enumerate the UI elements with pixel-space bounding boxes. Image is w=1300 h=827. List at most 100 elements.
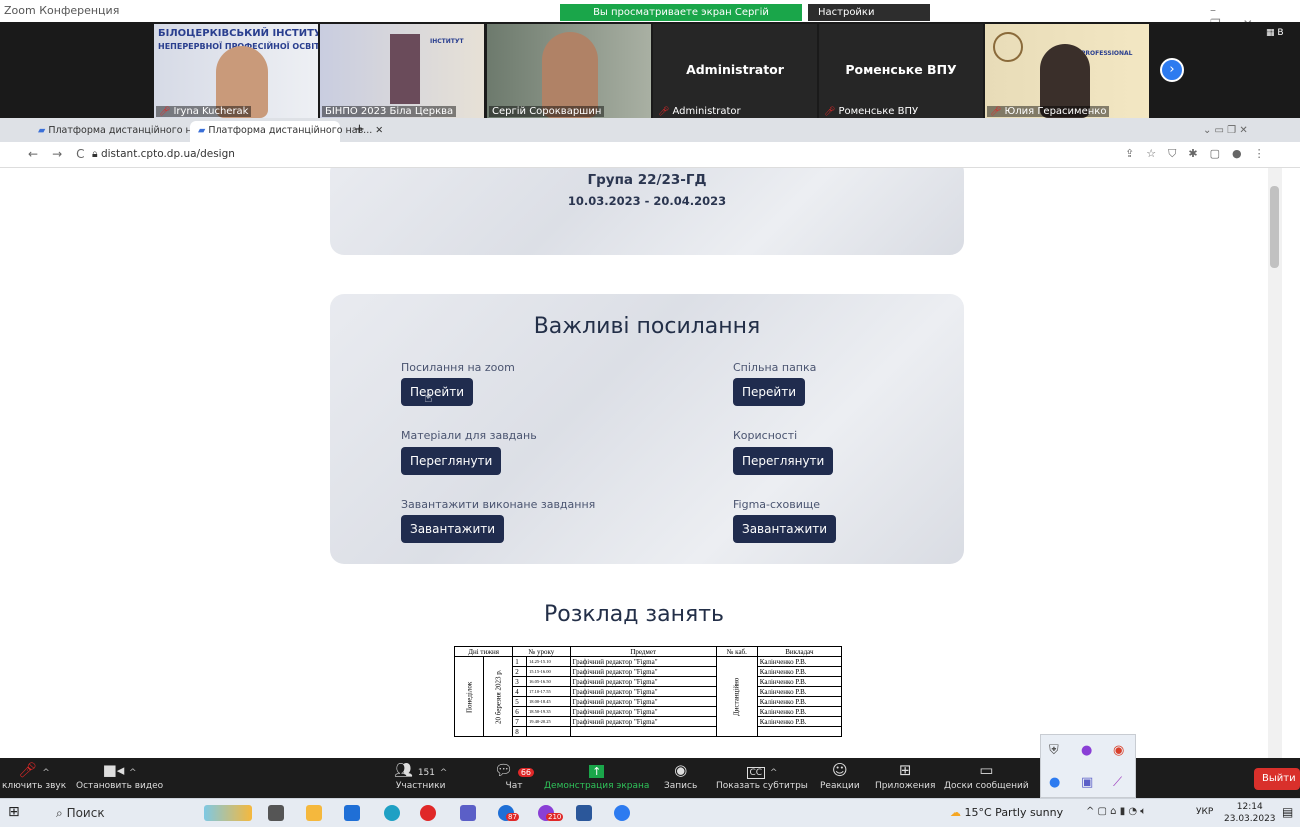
hand-cursor-icon: ☝︎ — [424, 390, 433, 406]
taskbar-search[interactable]: ⌕ Поиск — [36, 802, 166, 824]
gallery-view-label: В — [1277, 28, 1284, 38]
room-cell: Дистанційно — [716, 656, 758, 737]
figma-storage-button[interactable]: Завантажити — [733, 515, 837, 543]
record-button[interactable]: ◉ Запись — [664, 761, 697, 791]
video-tile-administrator[interactable]: Administrator 🎤︎ Administrator — [653, 24, 817, 118]
materials-label: Матеріали для завдань — [401, 429, 537, 442]
video-tile-romenske[interactable]: Роменське ВПУ 🎤︎ Роменське ВПУ — [819, 24, 983, 118]
upload-task-label: Завантажити виконане завдання — [401, 498, 596, 511]
lesson-subject: Графічний редактор "Figma" — [569, 676, 717, 687]
browser-tab[interactable]: ▰ Платформа дистанційного нав... ✕ — [30, 121, 223, 142]
weather-text: 15°C Partly sunny — [964, 806, 1064, 819]
captions-button[interactable]: CC ^ Показать субтитры — [716, 761, 808, 791]
browser-tab-active[interactable]: ▰ Платформа дистанційного нав... ✕ — [190, 121, 383, 142]
lesson-teacher: Калінченко Р.В. — [756, 696, 843, 707]
new-tab-button[interactable]: + — [346, 118, 373, 139]
people-icon: 👥︎ 151 ^ — [394, 761, 448, 779]
sun-cloud-icon: ☁ — [950, 806, 961, 819]
muted-mic-icon: 🎤︎ — [990, 107, 1002, 117]
extensions-icon[interactable]: ✱ — [1188, 147, 1209, 160]
next-page-arrow-icon[interactable]: › — [1160, 58, 1184, 82]
tab-close-icon[interactable]: ✕ — [375, 125, 383, 136]
pen-icon[interactable]: ⟋ — [1113, 775, 1122, 790]
forward-icon[interactable]: → — [52, 147, 76, 161]
institute-logo-text: ІНСТИТУТ — [430, 38, 464, 45]
edge-icon[interactable] — [384, 805, 400, 821]
shield-icon[interactable]: ⛉ — [1168, 147, 1188, 160]
notifications-icon[interactable]: ▤ — [1282, 805, 1293, 819]
chrome-icon[interactable]: ◉ — [1113, 743, 1124, 758]
viber-icon[interactable]: 210 — [538, 805, 564, 821]
sidepanel-icon[interactable]: ▢ — [1210, 147, 1232, 160]
unmute-button[interactable]: 🎤︎ ^ ключить звук — [2, 761, 66, 791]
taskbar-search-label: Поиск — [66, 806, 105, 820]
participant-name: Сергій Сорокваршин — [489, 106, 605, 117]
share-screen-button[interactable]: ↑ Демонстрация экрана — [544, 761, 649, 791]
mail-icon[interactable] — [344, 805, 360, 821]
weather-widget[interactable]: ☁ 15°C Partly sunny — [950, 806, 1063, 819]
back-icon[interactable]: ← — [28, 147, 52, 161]
apps-button[interactable]: ⊞ Приложения — [875, 761, 935, 791]
telegram-icon[interactable]: 87 — [498, 805, 519, 821]
useful-view-button[interactable]: Переглянути — [733, 447, 834, 475]
lesson-teacher: Калінченко Р.В. — [756, 716, 843, 727]
table-row: Понеділок 20 березня 2023 р. 1 14.25-15.… — [454, 656, 843, 737]
participant-name: 🎤︎ Роменське ВПУ — [824, 106, 919, 117]
video-camera-icon: ■◂ ^ — [102, 761, 137, 779]
badge: 87 — [506, 813, 519, 821]
zoom-go-button[interactable]: Перейти — [401, 378, 473, 406]
materials-view-button[interactable]: Переглянути — [401, 447, 502, 475]
window-buttons[interactable]: ⌄ ▭ ❐ ✕ — [1195, 121, 1256, 142]
participants-button[interactable]: 👥︎ 151 ^ Участники — [394, 761, 447, 791]
lesson-teacher: Калінченко Р.В. — [756, 656, 843, 667]
teams-icon[interactable]: ▣ — [1081, 775, 1093, 790]
scrollbar-thumb[interactable] — [1270, 186, 1279, 268]
shield-icon[interactable]: ⛨ — [1049, 743, 1059, 758]
share-icon[interactable]: ⇪ — [1125, 147, 1146, 160]
zoom-icon[interactable]: ● — [1049, 775, 1060, 790]
url-field[interactable]: 🔒︎ distant.cpto.dp.ua/design — [92, 148, 235, 161]
video-tile-iryna[interactable]: БІЛОЦЕРКІВСЬКИЙ ІНСТИТУТ НЕПЕРЕРВНОЇ ПРО… — [154, 24, 318, 118]
whiteboards-button[interactable]: ▭ Доски сообщений — [944, 761, 1029, 791]
windows-start-icon[interactable]: ⊞ — [8, 804, 20, 820]
shared-folder-go-button[interactable]: Перейти — [733, 378, 805, 406]
mic-off-icon: 🎤︎ ^ — [18, 761, 50, 779]
menu-icon[interactable]: ⋮ — [1254, 147, 1277, 160]
file-explorer-icon[interactable] — [306, 805, 322, 821]
lesson-time: 18.00-18.45 — [526, 696, 571, 707]
taskbar-clock[interactable]: 12:14 23.03.2023 — [1224, 801, 1276, 825]
profile-avatar-icon[interactable]: ● — [1232, 147, 1254, 160]
leave-button[interactable]: Выйти — [1254, 768, 1300, 790]
view-settings-dropdown[interactable]: Настройки просмотра ⌄ — [808, 4, 930, 35]
lesson-number: 8 — [512, 726, 528, 737]
task-view-icon[interactable] — [268, 805, 284, 821]
system-tray-icons[interactable]: ^ ▢ ⌂ ▮ ◔ 🔈︎ — [1086, 806, 1146, 817]
star-icon[interactable]: ☆ — [1146, 147, 1168, 160]
video-tile-serhii[interactable]: Сергій Сорокваршин — [487, 24, 651, 118]
gallery-view-button[interactable]: ▦ В — [1266, 28, 1284, 38]
teams-chat-icon[interactable]: ● — [1081, 743, 1092, 758]
upload-task-button[interactable]: Завантажити — [401, 515, 505, 543]
address-bar: ←→C 🔒︎ distant.cpto.dp.ua/design ⇪☆⛉✱▢●⋮ — [0, 142, 1300, 168]
nav-buttons[interactable]: ←→C — [28, 147, 99, 161]
zoom-window-title: Zoom Конференция — [4, 4, 120, 17]
video-tile-yulia[interactable]: PROFESSIONAL 🎤︎ Юлия Герасименко — [985, 24, 1149, 118]
language-indicator[interactable]: УКР — [1196, 807, 1213, 817]
browser-action-icons[interactable]: ⇪☆⛉✱▢●⋮ — [1125, 147, 1277, 161]
muted-mic-icon: 🎤︎ — [824, 107, 836, 117]
tab-label: Платформа дистанційного нав... — [48, 125, 213, 136]
lesson-teacher: Калінченко Р.В. — [756, 666, 843, 677]
video-tile-binpo[interactable]: ІНСТИТУТ БІНПО 2023 Біла Церква — [320, 24, 484, 118]
zoom-app-icon[interactable] — [614, 805, 630, 821]
opera-icon[interactable] — [420, 805, 436, 821]
word-icon[interactable] — [576, 805, 592, 821]
participant-name: 🎤︎ Юлия Герасименко — [987, 106, 1110, 117]
reactions-button[interactable]: ☺ Реакции — [820, 761, 860, 791]
viewing-screen-banner: Вы просматриваете экран Сергій Сорокварш… — [560, 4, 802, 35]
teams-icon[interactable] — [460, 805, 476, 821]
minimize-icon[interactable]: – — [1210, 3, 1238, 17]
lesson-number: 5 — [512, 696, 528, 707]
widgets-icon[interactable] — [204, 805, 252, 821]
stop-video-button[interactable]: ■◂ ^ Остановить видео — [76, 761, 163, 791]
chat-button[interactable]: 💬︎ 66 Чат — [494, 761, 534, 791]
